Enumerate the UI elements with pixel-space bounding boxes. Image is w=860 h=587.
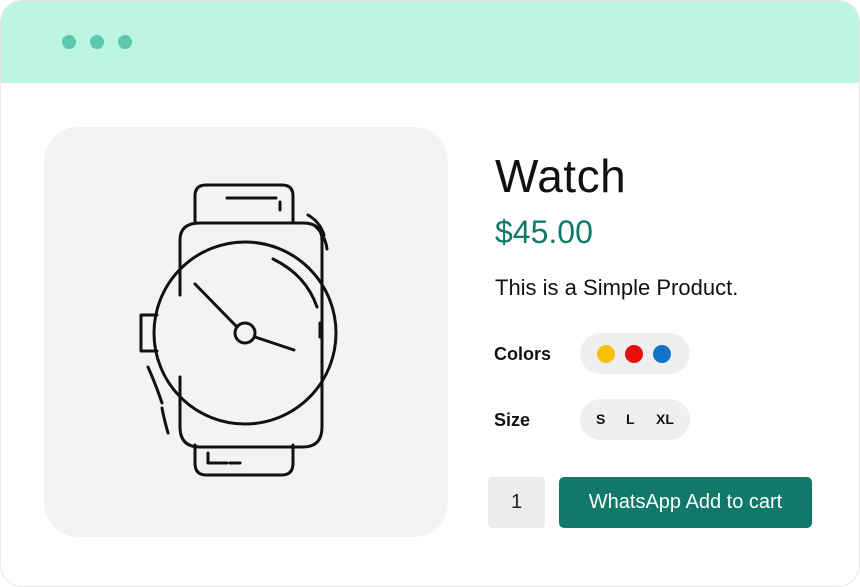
window-dot bbox=[90, 35, 104, 49]
window-dot bbox=[118, 35, 132, 49]
product-description: This is a Simple Product. bbox=[495, 275, 739, 300]
size-label: Size bbox=[494, 410, 531, 430]
whatsapp-add-to-cart-button[interactable]: WhatsApp Add to cart bbox=[559, 477, 812, 528]
color-options bbox=[580, 333, 690, 374]
window-titlebar bbox=[1, 1, 859, 83]
quantity-input[interactable] bbox=[488, 477, 545, 528]
size-option-xl[interactable]: XL bbox=[656, 411, 674, 427]
product-price: $45.00 bbox=[495, 214, 593, 250]
product-image bbox=[44, 127, 448, 537]
size-options: S L XL bbox=[580, 399, 690, 440]
browser-window: Watch $45.00 This is a Simple Product. C… bbox=[0, 0, 860, 587]
watch-icon bbox=[139, 183, 338, 477]
size-option-s[interactable]: S bbox=[596, 411, 605, 427]
color-swatch-blue[interactable] bbox=[653, 345, 671, 363]
size-option-l[interactable]: L bbox=[626, 411, 635, 427]
colors-label: Colors bbox=[494, 344, 552, 364]
color-swatch-red[interactable] bbox=[625, 345, 643, 363]
color-swatch-yellow[interactable] bbox=[597, 345, 615, 363]
window-dot bbox=[62, 35, 76, 49]
product-title: Watch bbox=[495, 150, 627, 202]
